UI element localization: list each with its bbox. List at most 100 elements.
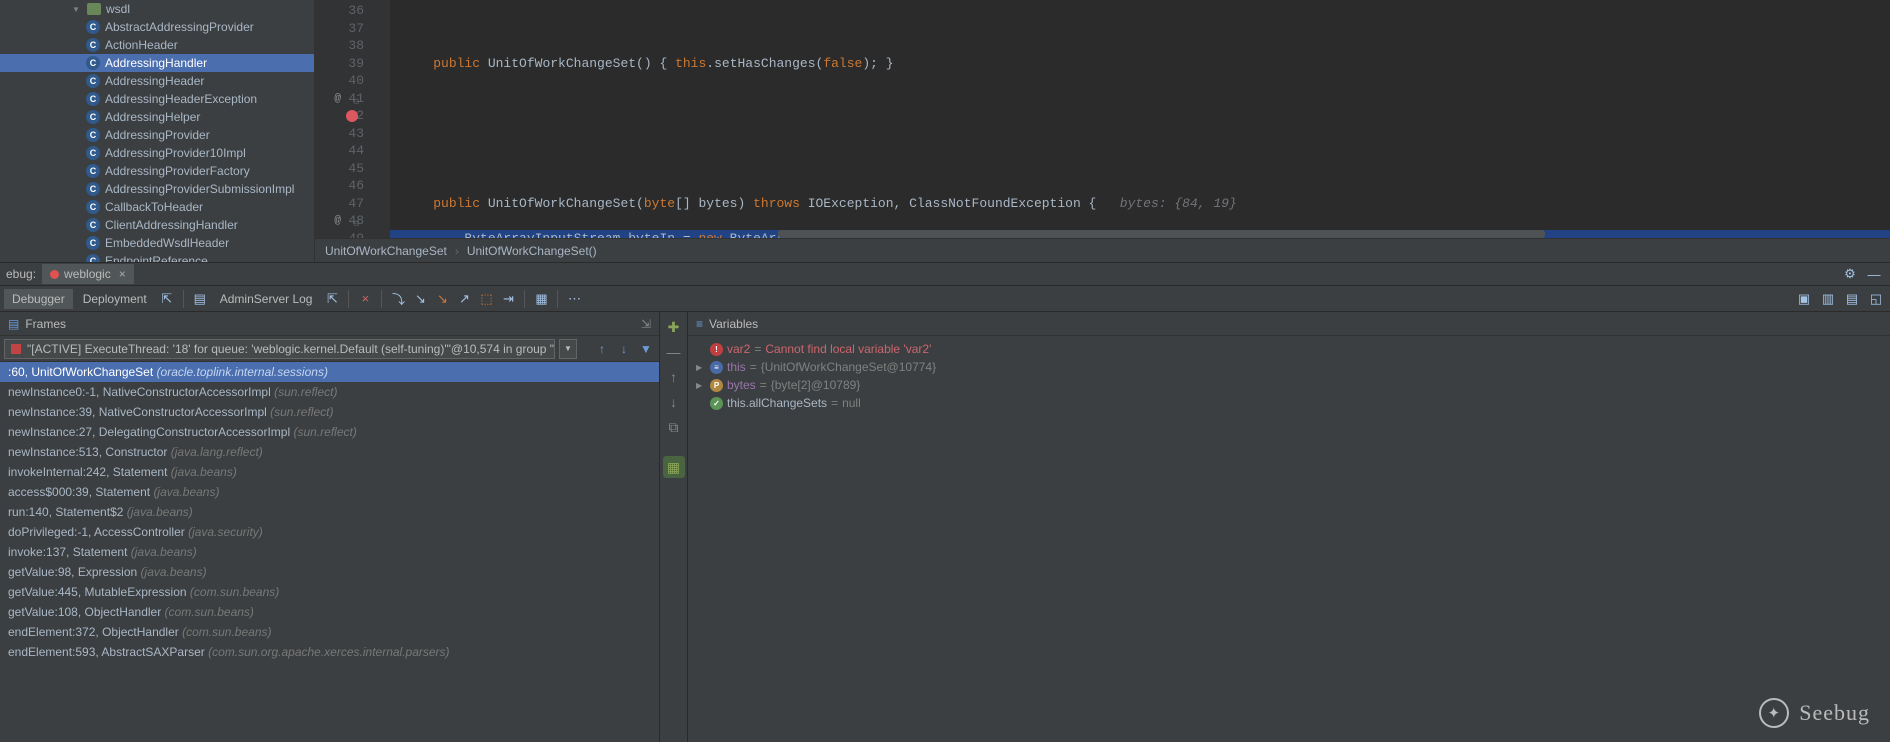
frame-row[interactable]: newInstance0:-1, NativeConstructorAccess… xyxy=(0,382,659,402)
hide-icon[interactable]: ⇲ xyxy=(641,317,651,331)
frame-row[interactable]: getValue:108, ObjectHandler (com.sun.bea… xyxy=(0,602,659,622)
code-area[interactable]: public UnitOfWorkChangeSet() { this.setH… xyxy=(390,0,1890,238)
evaluate-icon[interactable]: ▦ xyxy=(531,289,551,309)
breakpoint-icon[interactable] xyxy=(346,110,358,122)
folder-icon xyxy=(87,3,101,15)
force-step-into-icon[interactable]: ↘ xyxy=(432,289,452,309)
gutter-line[interactable]: 40 xyxy=(315,72,364,90)
restore-icon[interactable]: ◱ xyxy=(1866,289,1886,309)
run-to-cursor-icon[interactable]: ⇥ xyxy=(498,289,518,309)
tree-item[interactable]: CAddressingProviderFactory xyxy=(0,162,314,180)
gutter-line[interactable]: 41@⊟ xyxy=(315,90,364,108)
frame-row[interactable]: getValue:98, Expression (java.beans) xyxy=(0,562,659,582)
frame-row[interactable]: endElement:593, AbstractSAXParser (com.s… xyxy=(0,642,659,662)
next-frame-icon[interactable]: ↓ xyxy=(615,340,633,358)
pin-icon[interactable]: ⇱ xyxy=(157,289,177,309)
gutter-line[interactable]: 43 xyxy=(315,125,364,143)
frame-row[interactable]: newInstance:39, NativeConstructorAccesso… xyxy=(0,402,659,422)
variable-row[interactable]: !var2 = Cannot find local variable 'var2… xyxy=(694,340,1884,358)
tree-item[interactable]: CAddressingHelper xyxy=(0,108,314,126)
filter-icon[interactable]: ▼ xyxy=(637,340,655,358)
tree-item[interactable]: CAddressingHandler xyxy=(0,54,314,72)
tree-folder[interactable]: ▼ wsdl xyxy=(0,0,314,18)
layout-icon[interactable]: ▣ xyxy=(1794,289,1814,309)
tree-item[interactable]: CAddressingProvider xyxy=(0,126,314,144)
debug-config-tab[interactable]: weblogic × xyxy=(42,264,134,284)
tab-adminserver-log[interactable]: AdminServer Log xyxy=(212,289,321,309)
tree-item[interactable]: CCallbackToHeader xyxy=(0,198,314,216)
thread-selector[interactable]: "[ACTIVE] ExecuteThread: '18' for queue:… xyxy=(4,339,555,359)
thread-dropdown[interactable]: ▼ xyxy=(559,339,577,359)
step-into-icon[interactable]: ↘ xyxy=(410,289,430,309)
code-editor[interactable]: 363738394041@⊟42434445464748@⊟495051 pub… xyxy=(315,0,1890,262)
variables-list[interactable]: !var2 = Cannot find local variable 'var2… xyxy=(688,336,1890,742)
frame-row[interactable]: invokeInternal:242, Statement (java.bean… xyxy=(0,462,659,482)
gutter-line[interactable]: 42 xyxy=(315,107,364,125)
gutter-line[interactable]: 46 xyxy=(315,177,364,195)
gutter[interactable]: 363738394041@⊟42434445464748@⊟495051 xyxy=(315,0,390,238)
tree-item[interactable]: CEmbeddedWsdlHeader xyxy=(0,234,314,252)
tab-debugger[interactable]: Debugger xyxy=(4,289,73,309)
frame-row[interactable]: invoke:137, Statement (java.beans) xyxy=(0,542,659,562)
frame-row[interactable]: :60, UnitOfWorkChangeSet (oracle.toplink… xyxy=(0,362,659,382)
gutter-line[interactable]: 39 xyxy=(315,55,364,73)
up-icon[interactable]: ↑ xyxy=(663,366,685,388)
more-icon[interactable]: ⋯ xyxy=(564,289,584,309)
frame-package: (java.beans) xyxy=(153,485,219,499)
calculator-icon[interactable]: ▦ xyxy=(663,456,685,478)
layout-icon[interactable]: ▥ xyxy=(1818,289,1838,309)
close-icon[interactable]: × xyxy=(355,289,375,309)
gutter-line[interactable]: 37 xyxy=(315,20,364,38)
tree-item[interactable]: CAbstractAddressingProvider xyxy=(0,18,314,36)
tree-item[interactable]: CAddressingHeader xyxy=(0,72,314,90)
gutter-line[interactable]: 38 xyxy=(315,37,364,55)
gutter-line[interactable]: 47 xyxy=(315,195,364,213)
tree-item[interactable]: CActionHeader xyxy=(0,36,314,54)
frame-row[interactable]: doPrivileged:-1, AccessController (java.… xyxy=(0,522,659,542)
step-over-icon[interactable]: ⤵ xyxy=(388,289,408,309)
minimize-icon[interactable]: — xyxy=(1864,264,1884,284)
frame-row[interactable]: getValue:445, MutableExpression (com.sun… xyxy=(0,582,659,602)
drop-frame-icon[interactable]: ⬚ xyxy=(476,289,496,309)
tree-item-label: EndpointReference xyxy=(105,254,208,262)
variable-row[interactable]: ▶Pbytes = {byte[2]@10789} xyxy=(694,376,1884,394)
variable-row[interactable]: ✓this.allChangeSets = null xyxy=(694,394,1884,412)
tree-item[interactable]: CAddressingProvider10Impl xyxy=(0,144,314,162)
add-watch-icon[interactable]: ✚ xyxy=(663,316,685,338)
run-config-icon xyxy=(50,270,59,279)
var-type-icon: ≡ xyxy=(710,361,723,374)
frame-row[interactable]: endElement:372, ObjectHandler (com.sun.b… xyxy=(0,622,659,642)
tree-item[interactable]: CClientAddressingHandler xyxy=(0,216,314,234)
breadcrumb-item[interactable]: UnitOfWorkChangeSet() xyxy=(467,244,597,258)
gutter-line[interactable]: 48@⊟ xyxy=(315,212,364,230)
pin-icon[interactable]: ⇱ xyxy=(322,289,342,309)
remove-watch-icon[interactable]: — xyxy=(663,341,685,363)
gear-icon[interactable]: ⚙ xyxy=(1840,264,1860,284)
tree-item[interactable]: CAddressingProviderSubmissionImpl xyxy=(0,180,314,198)
gutter-line[interactable]: 44 xyxy=(315,142,364,160)
expand-icon[interactable]: ▶ xyxy=(696,381,706,390)
tree-item[interactable]: CEndpointReference xyxy=(0,252,314,262)
down-icon[interactable]: ↓ xyxy=(663,391,685,413)
breadcrumb-item[interactable]: UnitOfWorkChangeSet xyxy=(325,244,447,258)
variable-row[interactable]: ▶≡this = {UnitOfWorkChangeSet@10774} xyxy=(694,358,1884,376)
copy-icon[interactable]: ⧉ xyxy=(663,416,685,438)
prev-frame-icon[interactable]: ↑ xyxy=(593,340,611,358)
gutter-line[interactable]: 49 xyxy=(315,230,364,239)
frame-row[interactable]: access$000:39, Statement (java.beans) xyxy=(0,482,659,502)
frames-list[interactable]: :60, UnitOfWorkChangeSet (oracle.toplink… xyxy=(0,362,659,742)
step-out-icon[interactable]: ↗ xyxy=(454,289,474,309)
tab-deployment[interactable]: Deployment xyxy=(75,289,155,309)
breadcrumb[interactable]: UnitOfWorkChangeSet › UnitOfWorkChangeSe… xyxy=(315,238,1890,262)
frame-row[interactable]: newInstance:513, Constructor (java.lang.… xyxy=(0,442,659,462)
frame-row[interactable]: run:140, Statement$2 (java.beans) xyxy=(0,502,659,522)
gutter-line[interactable]: 45 xyxy=(315,160,364,178)
gutter-line[interactable]: 36 xyxy=(315,2,364,20)
expand-icon[interactable]: ▶ xyxy=(696,363,706,372)
layout-icon[interactable]: ▤ xyxy=(1842,289,1862,309)
close-icon[interactable]: × xyxy=(119,267,126,281)
frame-row[interactable]: newInstance:27, DelegatingConstructorAcc… xyxy=(0,422,659,442)
tree-item[interactable]: CAddressingHeaderException xyxy=(0,90,314,108)
project-tree[interactable]: ▼ wsdl CAbstractAddressingProviderCActio… xyxy=(0,0,315,262)
horizontal-scrollbar[interactable] xyxy=(778,230,1545,238)
